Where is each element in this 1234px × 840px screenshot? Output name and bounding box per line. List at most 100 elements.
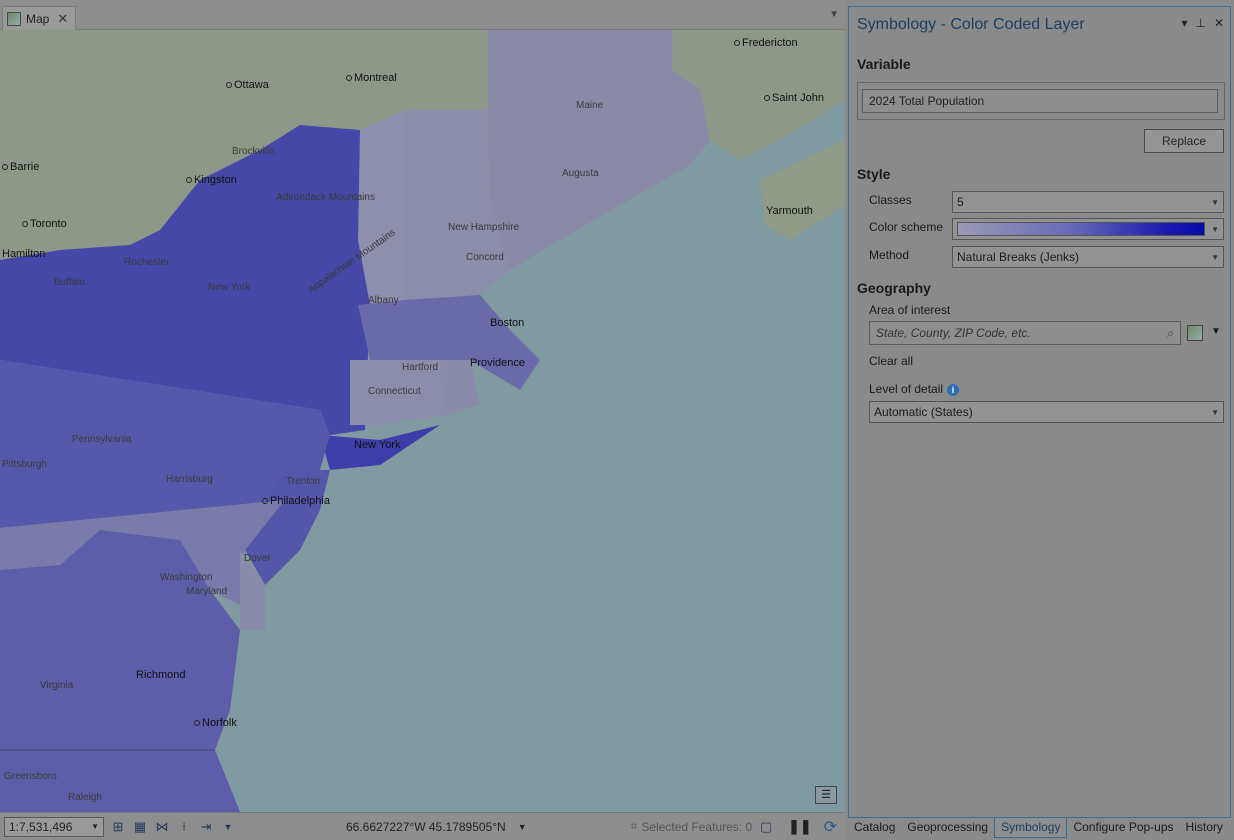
level-of-detail-label: Level of detail i [869, 382, 960, 396]
label-hamilton: Hamilton [2, 248, 46, 260]
chevron-down-icon[interactable]: ▼ [220, 819, 236, 835]
label-adirondack: Adirondack Mountains [276, 192, 375, 203]
tab-history[interactable]: History [1180, 818, 1229, 838]
label-kingston: Kingston [186, 174, 237, 186]
label-new-york-city: New York [354, 439, 401, 451]
tab-catalog[interactable]: Catalog [848, 818, 901, 838]
map-tab-bar: Map ✕ ▼ [0, 0, 845, 30]
label-barrie: Barrie [2, 161, 39, 173]
area-of-interest-label: Area of interest [869, 303, 951, 317]
chevron-down-icon: ▼ [1211, 252, 1219, 262]
label-dover: Dover [244, 553, 271, 564]
map-tab-label: Map [26, 11, 50, 26]
label-greensboro: Greensboro [4, 771, 57, 782]
label-pittsburgh: Pittsburgh [2, 459, 48, 470]
chevron-down-icon: ▼ [1211, 197, 1219, 207]
variable-heading: Variable [857, 56, 911, 72]
chevron-down-icon: ▼ [1211, 224, 1219, 234]
constraints-icon[interactable]: ⟊ [176, 819, 192, 835]
label-ottawa: Ottawa [226, 79, 269, 91]
clear-selection-icon[interactable]: ▢ [758, 819, 774, 835]
method-label: Method [869, 248, 910, 262]
label-toronto: Toronto [22, 218, 67, 230]
color-scheme-select[interactable]: ▼ [952, 218, 1224, 240]
variable-field[interactable]: 2024 Total Population [862, 89, 1218, 113]
label-providence: Providence [470, 357, 526, 369]
label-rochester: Rochester [124, 257, 170, 268]
map-canvas[interactable]: Fredericton Ottawa Montreal Saint John B… [0, 30, 845, 812]
pause-icon[interactable]: ❚❚ [788, 818, 811, 835]
label-philadelphia: Philadelphia [262, 495, 330, 507]
close-icon[interactable]: ✕ [1214, 16, 1224, 30]
options-icon[interactable]: ▾ [1181, 16, 1187, 30]
label-new-york-state: New York [208, 282, 251, 293]
label-harrisburg: Harrisburg [166, 474, 213, 485]
color-ramp [957, 222, 1206, 236]
replace-button[interactable]: Replace [1144, 129, 1224, 153]
map-pane: Map ✕ ▼ Fredericton Ottawa Montreal Sain… [0, 0, 845, 840]
label-trenton: Trenton [286, 476, 321, 487]
scale-value: 1:7,531,496 [9, 819, 73, 834]
status-bar: 1:7,531,496 ▼ ⊞ ▦ ⋈ ⟊ ⇥ ▼ 66.6627227°W 4… [0, 812, 845, 840]
pin-icon[interactable]: ⊥ [1195, 16, 1205, 30]
area-of-interest-input[interactable]: State, County, ZIP Code, etc. ⌕ [869, 321, 1181, 345]
tab-symbology[interactable]: Symbology [994, 818, 1068, 838]
selected-features-text: Selected Features: 0 [641, 819, 753, 834]
label-saint-john: Saint John [764, 92, 824, 104]
coordinate-readout: 66.6627227°W 45.1789505°N ▼ [346, 820, 527, 834]
close-icon[interactable]: ✕ [57, 11, 68, 27]
chevron-down-icon[interactable]: ▼ [518, 822, 527, 832]
label-albany: Albany [368, 295, 399, 306]
method-value: Natural Breaks (Jenks) [957, 250, 1080, 264]
geography-heading: Geography [857, 280, 931, 296]
map-select-icon[interactable] [1187, 325, 1203, 341]
area-placeholder: State, County, ZIP Code, etc. [876, 326, 1031, 340]
classes-select[interactable]: 5 ▼ [952, 191, 1224, 213]
tab-configure-popups[interactable]: Configure Pop-ups [1067, 818, 1179, 838]
map-svg [0, 30, 845, 812]
label-richmond: Richmond [136, 669, 186, 681]
color-scheme-label: Color scheme [869, 220, 944, 234]
clear-all-button[interactable]: Clear all [869, 354, 913, 368]
fixed-zoom-icon[interactable]: ⊞ [110, 819, 126, 835]
tab-geoprocessing[interactable]: Geoprocessing [901, 818, 994, 838]
chevron-down-icon: ▼ [1211, 407, 1219, 417]
label-brockville: Brockville [232, 146, 275, 157]
scale-selector[interactable]: 1:7,531,496 ▼ [4, 816, 104, 837]
navigate-icon[interactable]: ⇥ [198, 819, 214, 835]
label-norfolk: Norfolk [194, 717, 237, 729]
coordinates-text: 66.6627227°W 45.1789505°N [346, 819, 506, 834]
level-of-detail-select[interactable]: Automatic (States) ▼ [869, 401, 1224, 423]
legend-icon[interactable]: ☰ [815, 786, 837, 804]
refresh-icon[interactable]: ⟳ [824, 817, 837, 837]
label-fredericton: Fredericton [734, 37, 798, 49]
map-tab[interactable]: Map ✕ [2, 6, 76, 30]
label-yarmouth: Yarmouth [766, 205, 813, 217]
label-augusta: Augusta [562, 168, 599, 179]
method-select[interactable]: Natural Breaks (Jenks) ▼ [952, 246, 1224, 268]
grid-icon[interactable]: ▦ [132, 819, 148, 835]
info-icon[interactable]: i [947, 384, 960, 396]
level-label-text: Level of detail [869, 382, 944, 396]
map-icon [7, 11, 21, 26]
label-virginia: Virginia [40, 680, 74, 691]
label-montreal: Montreal [346, 72, 397, 84]
vt-shape [358, 110, 405, 305]
chevron-down-icon[interactable]: ▼ [1211, 326, 1221, 337]
label-maine: Maine [576, 100, 604, 111]
snapping-icon[interactable]: ⋈ [154, 819, 170, 835]
pane-title: Symbology - Color Coded Layer [857, 16, 1085, 33]
symbology-pane: Symbology - Color Coded Layer ▾ ⊥ ✕ Vari… [848, 6, 1231, 818]
label-concord: Concord [466, 252, 504, 263]
level-value: Automatic (States) [874, 405, 973, 419]
label-boston: Boston [490, 317, 525, 329]
variable-container: 2024 Total Population [857, 82, 1225, 120]
search-icon[interactable]: ⌕ [1167, 326, 1174, 341]
label-pennsylvania: Pennsylvania [72, 434, 132, 445]
label-buffalo: Buffalo [54, 277, 85, 288]
chevron-down-icon[interactable]: ▼ [829, 9, 839, 20]
label-maryland: Maryland [186, 586, 228, 597]
style-heading: Style [857, 166, 891, 182]
label-new-hampshire: New Hampshire [448, 222, 520, 233]
label-hartford: Hartford [402, 362, 439, 373]
